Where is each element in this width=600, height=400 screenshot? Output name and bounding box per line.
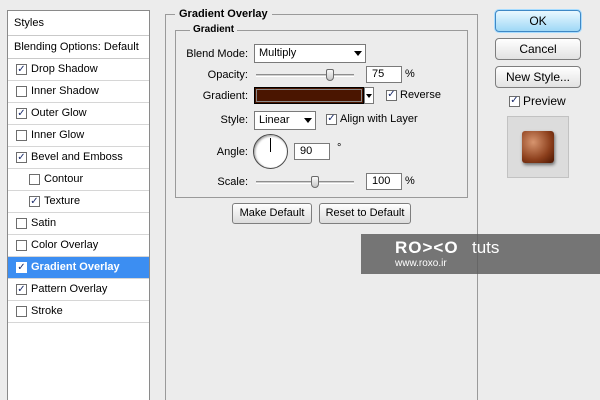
style-item-outer-glow[interactable]: ✓ Outer Glow <box>8 103 149 125</box>
style-item-checkbox[interactable]: ✓ <box>16 108 27 119</box>
style-item-checkbox[interactable] <box>16 130 27 141</box>
style-item-checkbox[interactable]: ✓ <box>16 152 27 163</box>
preview-checkbox[interactable]: ✓ <box>509 95 520 107</box>
align-label: Align with Layer <box>340 113 418 125</box>
chevron-down-icon <box>354 51 362 56</box>
style-item-label: Gradient Overlay <box>31 261 120 273</box>
style-item-label: Inner Glow <box>31 129 85 141</box>
style-item-label: Pattern Overlay <box>31 283 108 295</box>
style-item-inner-shadow[interactable]: Inner Shadow <box>8 81 149 103</box>
angle-dial-hand <box>270 138 271 152</box>
style-value: Linear <box>259 114 290 126</box>
style-item-checkbox[interactable] <box>16 306 27 317</box>
scale-slider-thumb[interactable] <box>310 176 319 188</box>
opacity-label: Opacity: <box>207 69 248 81</box>
watermark-tuts: tuts <box>472 238 500 257</box>
style-item-label: Bevel and Emboss <box>31 151 123 163</box>
angle-input[interactable]: 90 <box>294 143 330 160</box>
styles-list: Styles Blending Options: Default ✓ Drop S… <box>7 10 150 400</box>
cancel-button[interactable]: Cancel <box>495 38 581 60</box>
angle-label: Angle: <box>216 146 248 158</box>
style-item-checkbox[interactable]: ✓ <box>16 64 27 75</box>
style-item-texture[interactable]: ✓ Texture <box>8 191 149 213</box>
reset-to-default-button[interactable]: Reset to Default <box>319 203 411 224</box>
preview-label: Preview <box>523 94 566 108</box>
style-item-contour[interactable]: Contour <box>8 169 149 191</box>
roxo-watermark: RO><O tuts www.roxo.ir <box>361 234 600 274</box>
styles-header[interactable]: Styles <box>8 11 149 36</box>
style-item-bevel-and-emboss[interactable]: ✓ Bevel and Emboss <box>8 147 149 169</box>
style-item-color-overlay[interactable]: Color Overlay <box>8 235 149 257</box>
gradient-overlay-title: Gradient Overlay <box>175 8 272 20</box>
style-item-label: Contour <box>44 173 84 185</box>
gradient-label: Gradient: <box>202 90 248 102</box>
make-default-button[interactable]: Make Default <box>232 203 312 224</box>
style-item-label: Stroke <box>31 305 63 317</box>
style-item-label: Drop Shadow <box>31 63 98 75</box>
align-checkbox[interactable]: ✓ <box>326 113 337 125</box>
scale-input[interactable]: 100 <box>366 173 402 190</box>
style-item-checkbox[interactable]: ✓ <box>29 196 40 207</box>
gradient-subgroup-title: Gradient <box>190 24 238 35</box>
style-item-label: Satin <box>31 217 57 229</box>
style-item-checkbox[interactable] <box>16 86 27 97</box>
style-item-label: Texture <box>44 195 81 207</box>
watermark-url: www.roxo.ir <box>395 258 447 269</box>
opacity-slider-track[interactable] <box>256 74 354 77</box>
reverse-label: Reverse <box>400 89 441 101</box>
style-item-checkbox[interactable] <box>16 240 27 251</box>
align-checkbox-row[interactable]: ✓ Align with Layer <box>326 113 418 125</box>
style-item-satin[interactable]: Satin <box>8 213 149 235</box>
blending-options-item[interactable]: Blending Options: Default <box>8 36 149 59</box>
opacity-input[interactable]: 75 <box>366 66 402 83</box>
reverse-checkbox[interactable]: ✓ <box>386 89 397 101</box>
watermark-brand: RO><O <box>395 238 459 257</box>
style-item-pattern-overlay[interactable]: ✓ Pattern Overlay <box>8 279 149 301</box>
style-item-checkbox[interactable]: ✓ <box>16 262 27 273</box>
scale-label: Scale: <box>217 176 248 188</box>
style-item-inner-glow[interactable]: Inner Glow <box>8 125 149 147</box>
style-label: Style: <box>220 114 248 126</box>
scale-slider-track[interactable] <box>256 181 354 184</box>
ok-button[interactable]: OK <box>495 10 581 32</box>
blend-mode-label: Blend Mode: <box>186 48 248 60</box>
style-item-gradient-overlay[interactable]: ✓ Gradient Overlay <box>8 257 149 279</box>
style-item-label: Color Overlay <box>31 239 99 251</box>
scale-unit: % <box>405 175 415 187</box>
opacity-unit: % <box>405 68 415 80</box>
gradient-picker-dropdown-icon[interactable] <box>364 87 374 104</box>
new-style-button[interactable]: New Style... <box>495 66 581 88</box>
chevron-down-icon <box>304 118 312 123</box>
style-item-drop-shadow[interactable]: ✓ Drop Shadow <box>8 59 149 81</box>
style-select[interactable]: Linear <box>254 111 316 130</box>
style-item-label: Inner Shadow <box>31 85 99 97</box>
style-preview-swatch <box>522 131 554 163</box>
gradient-swatch-fill <box>256 89 362 102</box>
opacity-slider-thumb[interactable] <box>325 69 334 81</box>
preview-checkbox-row[interactable]: ✓ Preview <box>509 94 566 108</box>
style-item-checkbox[interactable]: ✓ <box>16 284 27 295</box>
blend-mode-select[interactable]: Multiply <box>254 44 366 63</box>
gradient-swatch[interactable] <box>254 87 364 104</box>
style-item-checkbox[interactable] <box>29 174 40 185</box>
angle-unit: ° <box>337 142 342 154</box>
style-item-label: Outer Glow <box>31 107 87 119</box>
blend-mode-value: Multiply <box>259 47 297 59</box>
reverse-checkbox-row[interactable]: ✓ Reverse <box>386 89 441 101</box>
style-item-stroke[interactable]: Stroke <box>8 301 149 323</box>
style-item-checkbox[interactable] <box>16 218 27 229</box>
angle-dial[interactable] <box>253 134 288 169</box>
style-preview-thumbnail <box>507 116 569 178</box>
